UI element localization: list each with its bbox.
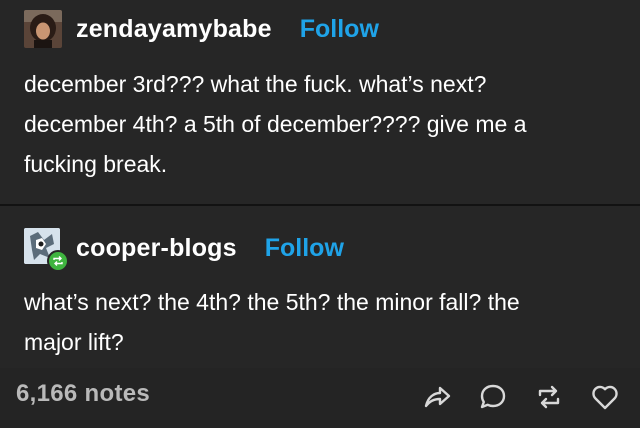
- post-header: zendayamybabe Follow: [24, 10, 379, 48]
- post-line: december 4th? a 5th of december???? give…: [24, 111, 527, 137]
- post-line: december 3rd??? what the fuck. what’s ne…: [24, 71, 487, 97]
- username[interactable]: cooper-blogs: [76, 234, 237, 263]
- reblog-header: cooper-blogs Follow: [24, 228, 344, 272]
- post-actions: [396, 382, 620, 412]
- share-icon[interactable]: [422, 382, 452, 412]
- reblog-badge-icon: [47, 250, 69, 272]
- post-body: december 3rd??? what the fuck. what’s ne…: [24, 64, 527, 184]
- heart-icon[interactable]: [590, 382, 620, 412]
- original-post: zendayamybabe Follow december 3rd??? wha…: [0, 0, 640, 204]
- username[interactable]: zendayamybabe: [76, 15, 272, 44]
- reply-icon[interactable]: [478, 382, 508, 412]
- notes-count[interactable]: 6,166 notes: [16, 380, 150, 408]
- follow-button[interactable]: Follow: [265, 234, 344, 263]
- reblog-avatar-wrap[interactable]: [24, 228, 69, 272]
- post-line: fucking break.: [24, 151, 168, 177]
- avatar[interactable]: [24, 10, 62, 48]
- reblog-body: what’s next? the 4th? the 5th? the minor…: [24, 282, 520, 362]
- post-line: major lift?: [24, 329, 124, 355]
- follow-button[interactable]: Follow: [300, 15, 379, 44]
- post-line: what’s next? the 4th? the 5th? the minor…: [24, 289, 520, 315]
- reblog-icon[interactable]: [534, 382, 564, 412]
- reblog-post: cooper-blogs Follow what’s next? the 4th…: [0, 206, 640, 368]
